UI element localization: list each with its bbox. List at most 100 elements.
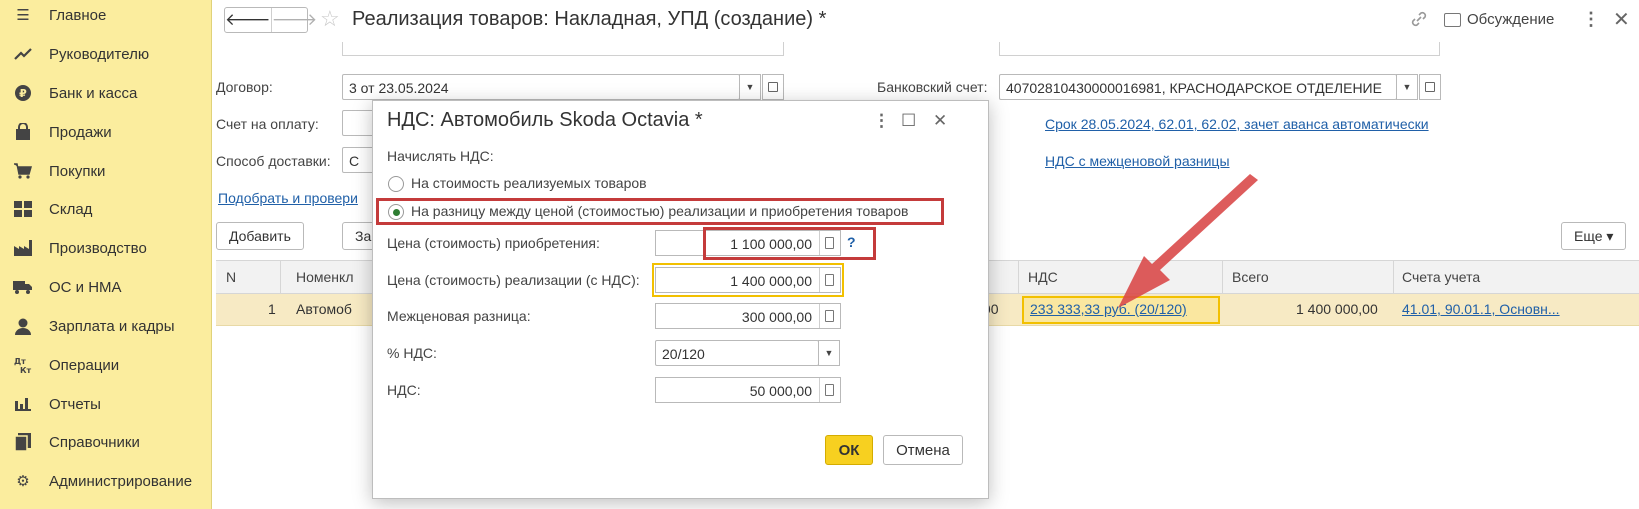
contract-dropdown-button[interactable]: ▼ (739, 74, 761, 100)
trend-icon (12, 43, 34, 65)
col-header-accounts[interactable]: Счета учета (1402, 269, 1480, 285)
bank-account-dropdown-button[interactable]: ▼ (1396, 74, 1418, 100)
truck-icon (12, 276, 34, 298)
sidebar-item-label: Зарплата и кадры (49, 317, 175, 335)
payment-term-link[interactable]: Срок 28.05.2024, 62.01, 62.02, зачет ава… (1045, 116, 1429, 132)
svg-text:Дт: Дт (14, 357, 26, 366)
svg-text:Кт: Кт (20, 366, 32, 374)
sidebar-item-reports[interactable]: Отчеты (0, 384, 212, 424)
dialog-title: НДС: Автомобиль Skoda Octavia * (387, 109, 703, 131)
sidebar-item-production[interactable]: Производство (0, 228, 212, 268)
forward-button[interactable]: 🡒 (270, 8, 317, 32)
column-divider (280, 261, 281, 295)
sidebar-item-label: Администрирование (49, 472, 193, 490)
vat-rate-label: % НДС: (387, 345, 437, 361)
add-button[interactable]: Добавить (216, 222, 304, 250)
fill-button[interactable]: За (342, 222, 376, 250)
sidebar-item-main[interactable]: ☰ Главное (0, 0, 212, 35)
sidebar-item-fixed-assets[interactable]: ОС и НМА (0, 267, 212, 307)
highlight-frame (703, 227, 876, 260)
vat-rate-dropdown-button[interactable]: ▼ (818, 340, 840, 366)
ok-button[interactable]: ОК (825, 435, 873, 465)
sidebar-item-administration[interactable]: ⚙ Администрирование (0, 461, 212, 501)
purchase-price-label: Цена (стоимость) приобретения: (387, 235, 600, 251)
sidebar-item-label: ОС и НМА (49, 278, 122, 296)
book-icon (12, 431, 34, 453)
cell-accounts-link[interactable]: 41.01, 90.01.1, Основн... (1402, 301, 1632, 317)
charge-vat-label: Начислять НДС: (387, 148, 494, 164)
vat-margin-link[interactable]: НДС с межценовой разницы (1045, 153, 1230, 169)
radio-option-cost[interactable] (388, 176, 404, 192)
dialog-maximize-icon[interactable]: ☐ (901, 111, 916, 131)
page-title: Реализация товаров: Накладная, УПД (созд… (352, 8, 827, 30)
invoice-label: Счет на оплату: (216, 116, 319, 132)
sidebar-item-label: Операции (49, 356, 120, 374)
cell-nomenclature[interactable]: Автомоб (296, 301, 352, 317)
col-header-n[interactable]: N (226, 269, 236, 285)
discussion-label: Обсуждение (1467, 11, 1555, 28)
field-top-stub (999, 42, 1440, 56)
gear-icon: ⚙ (16, 473, 30, 490)
pick-and-check-link[interactable]: Подобрать и провери (218, 190, 358, 206)
close-icon[interactable]: ✕ (1613, 7, 1630, 32)
contract-open-button[interactable] (762, 74, 784, 100)
sidebar: ☰ Главное Руководителю ₽ Банк и касса Пр… (0, 0, 212, 509)
sidebar-item-label: Производство (49, 239, 147, 257)
sale-price-label: Цена (стоимость) реализации (с НДС): (387, 272, 640, 288)
bank-account-label: Банковский счет: (877, 79, 988, 95)
contract-label: Договор: (216, 79, 273, 95)
vat-amount-field[interactable]: 50 000,00 (655, 377, 841, 403)
column-divider (1018, 261, 1019, 295)
vat-dialog: НДС: Автомобиль Skoda Octavia * ⋮ ☐ ✕ На… (372, 100, 989, 499)
dialog-close-icon[interactable]: ✕ (933, 111, 947, 131)
sidebar-item-bank[interactable]: ₽ Банк и касса (0, 73, 212, 113)
favorite-star-icon[interactable]: ☆ (320, 6, 340, 32)
svg-text:₽: ₽ (19, 87, 27, 100)
col-header-total[interactable]: Всего (1232, 269, 1269, 285)
contract-field[interactable]: 3 от 23.05.2024 (342, 74, 740, 100)
sidebar-item-label: Главное (49, 6, 107, 24)
calculator-icon[interactable] (819, 378, 839, 402)
link-icon[interactable] (1410, 10, 1428, 33)
sidebar-item-catalogs[interactable]: Справочники (0, 422, 212, 462)
factory-icon (12, 237, 34, 259)
sidebar-item-purchases[interactable]: Покупки (0, 151, 212, 191)
bank-account-field[interactable]: 40702810430000016981, КРАСНОДАРСКОЕ ОТДЕ… (999, 74, 1397, 100)
bar-chart-icon (12, 393, 34, 415)
calculator-icon[interactable] (819, 304, 839, 328)
sidebar-item-label: Продажи (49, 123, 112, 141)
navigation-buttons: 🡐 🡒 (224, 7, 317, 33)
col-header-vat[interactable]: НДС (1028, 269, 1058, 285)
vat-label: НДС: (387, 382, 421, 398)
option-margin-label[interactable]: На разницу между ценой (стоимостью) реал… (411, 203, 908, 219)
cell-vat-link[interactable]: 233 333,33 руб. (20/120) (1030, 301, 1187, 317)
warehouse-icon (12, 198, 34, 220)
price-difference-field[interactable]: 300 000,00 (655, 303, 841, 329)
delivery-label: Способ доставки: (216, 153, 331, 169)
sale-price-field[interactable]: 1 400 000,00 (655, 267, 841, 293)
back-button[interactable]: 🡐 (225, 8, 271, 32)
sidebar-item-label: Отчеты (49, 395, 101, 413)
dialog-more-icon[interactable]: ⋮ (873, 111, 890, 131)
sidebar-item-sales[interactable]: Продажи (0, 112, 212, 152)
shopping-bag-icon (12, 121, 34, 143)
sidebar-item-salary[interactable]: Зарплата и кадры (0, 306, 212, 346)
sidebar-item-manager[interactable]: Руководителю (0, 34, 212, 74)
cell-total[interactable]: 1 400 000,00 (1296, 301, 1378, 317)
sidebar-item-operations[interactable]: Дт Кт Операции (0, 345, 212, 385)
vat-rate-field[interactable]: 20/120 (655, 340, 819, 366)
more-button[interactable]: Еще ▾ (1561, 222, 1627, 250)
sidebar-item-label: Покупки (49, 162, 106, 180)
sidebar-item-label: Руководителю (49, 45, 150, 63)
calculator-icon[interactable] (819, 268, 839, 292)
sidebar-item-warehouse[interactable]: Склад (0, 189, 212, 229)
option-cost-label[interactable]: На стоимость реализуемых товаров (411, 175, 647, 191)
cell-n: 1 (268, 301, 276, 317)
cancel-button[interactable]: Отмена (883, 435, 963, 465)
bank-account-open-button[interactable] (1419, 74, 1441, 100)
more-actions-icon[interactable]: ⋮ (1582, 9, 1600, 30)
col-header-nomenclature[interactable]: Номенкл (296, 269, 354, 285)
discussion-button[interactable]: Обсуждение (1444, 11, 1554, 28)
radio-option-margin[interactable] (388, 204, 404, 220)
open-icon (768, 82, 778, 92)
